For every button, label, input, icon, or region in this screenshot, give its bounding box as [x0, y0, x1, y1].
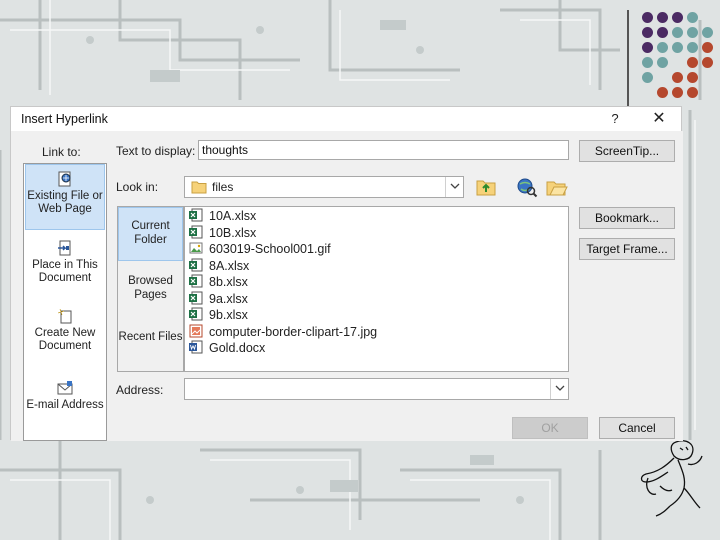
image-file-icon: [189, 242, 203, 254]
up-folder-icon[interactable]: [474, 176, 498, 198]
look-in-dropdown-arrow[interactable]: [445, 177, 463, 197]
link-to-existing-file[interactable]: Existing File or Web Page: [25, 164, 105, 230]
file-row[interactable]: 10A.xlsx: [189, 208, 256, 224]
file-row[interactable]: 10B.xlsx: [189, 225, 256, 241]
help-button[interactable]: ?: [603, 109, 627, 129]
look-in-label: Look in:: [116, 180, 159, 194]
dialog-body: Link to: Existing File or Web Page Place…: [11, 131, 683, 441]
place-in-document-icon: [58, 240, 71, 256]
file-row[interactable]: computer-border-clipart-17.jpg: [189, 324, 377, 340]
dialog-title: Insert Hyperlink: [21, 112, 108, 126]
insert-hyperlink-dialog: Insert Hyperlink ? ✕ Link to: Existing F…: [10, 106, 683, 441]
email-icon: [57, 381, 73, 395]
address-combobox[interactable]: [184, 378, 569, 400]
figure-sketch-illustration: [640, 440, 703, 517]
file-name: 8b.xlsx: [209, 275, 248, 289]
file-row[interactable]: Gold.docx: [189, 340, 265, 356]
decorative-dots: [636, 8, 720, 108]
file-name: 603019-School001.gif: [209, 242, 331, 256]
word-file-icon: [189, 340, 203, 354]
text-to-display-input[interactable]: thoughts: [198, 140, 569, 160]
file-name: 8A.xlsx: [209, 258, 250, 273]
place-recent-files[interactable]: Recent Files: [118, 319, 183, 373]
link-to-place-in-document[interactable]: Place in This Document: [25, 234, 105, 300]
browse-web-icon[interactable]: [515, 176, 539, 198]
look-in-dropdown[interactable]: files: [184, 176, 464, 198]
ok-button[interactable]: OK: [512, 417, 588, 439]
link-to-item-label: Create New Document: [34, 327, 96, 352]
file-name: Gold.docx: [209, 341, 266, 355]
link-to-label: Link to:: [42, 145, 81, 159]
existing-file-icon: [58, 171, 71, 187]
link-to-panel: Existing File or Web Page Place in This …: [23, 163, 107, 441]
file-name: computer-border-clipart-17.jpg: [209, 324, 378, 339]
excel-file-icon: [189, 307, 203, 321]
excel-file-icon: [189, 291, 203, 304]
bookmark-button[interactable]: Bookmark...: [579, 207, 675, 229]
file-name: 10A.xlsx: [209, 209, 257, 223]
address-dropdown-arrow[interactable]: [550, 379, 568, 399]
file-name: 9b.xlsx: [209, 308, 248, 322]
place-current-folder[interactable]: Current Folder: [118, 207, 183, 261]
file-list: 10A.xlsx 10B.xlsx 603019-School001.gif 8…: [184, 206, 569, 372]
file-row[interactable]: 8b.xlsx: [189, 274, 248, 290]
excel-file-icon: [189, 258, 203, 271]
vertical-rule: [627, 10, 629, 106]
text-to-display-label: Text to display:: [116, 144, 196, 158]
file-row[interactable]: 603019-School001.gif: [189, 241, 331, 257]
cancel-button[interactable]: Cancel: [599, 417, 675, 439]
excel-file-icon: [189, 274, 203, 288]
chevron-down-icon: [450, 183, 460, 189]
dialog-titlebar: Insert Hyperlink ? ✕: [11, 107, 681, 131]
browse-file-icon[interactable]: [545, 176, 569, 198]
file-name: 9a.xlsx: [209, 291, 248, 306]
file-row[interactable]: 9b.xlsx: [189, 307, 248, 323]
new-document-icon: [57, 308, 72, 324]
look-in-value: files: [212, 180, 234, 194]
link-to-item-label: E-mail Address: [26, 399, 104, 411]
places-panel: Current Folder Browsed Pages Recent File…: [117, 206, 184, 372]
file-name: 10B.xlsx: [209, 225, 257, 240]
file-row[interactable]: 8A.xlsx: [189, 258, 249, 274]
place-browsed-pages[interactable]: Browsed Pages: [118, 263, 183, 317]
chevron-down-icon: [555, 385, 565, 391]
excel-file-icon: [189, 208, 203, 222]
target-frame-button[interactable]: Target Frame...: [579, 238, 675, 260]
folder-icon: [191, 181, 207, 194]
jpg-file-icon: [189, 324, 203, 337]
address-label: Address:: [116, 383, 164, 397]
link-to-item-label: Existing File or Web Page: [27, 190, 103, 215]
link-to-item-label: Place in This Document: [32, 259, 98, 284]
screentip-button[interactable]: ScreenTip...: [579, 140, 675, 162]
link-to-email-address[interactable]: E-mail Address: [25, 374, 105, 440]
excel-file-icon: [189, 225, 203, 238]
close-button[interactable]: ✕: [645, 108, 673, 130]
link-to-create-new-document[interactable]: Create New Document: [25, 302, 105, 368]
file-row[interactable]: 9a.xlsx: [189, 291, 248, 307]
